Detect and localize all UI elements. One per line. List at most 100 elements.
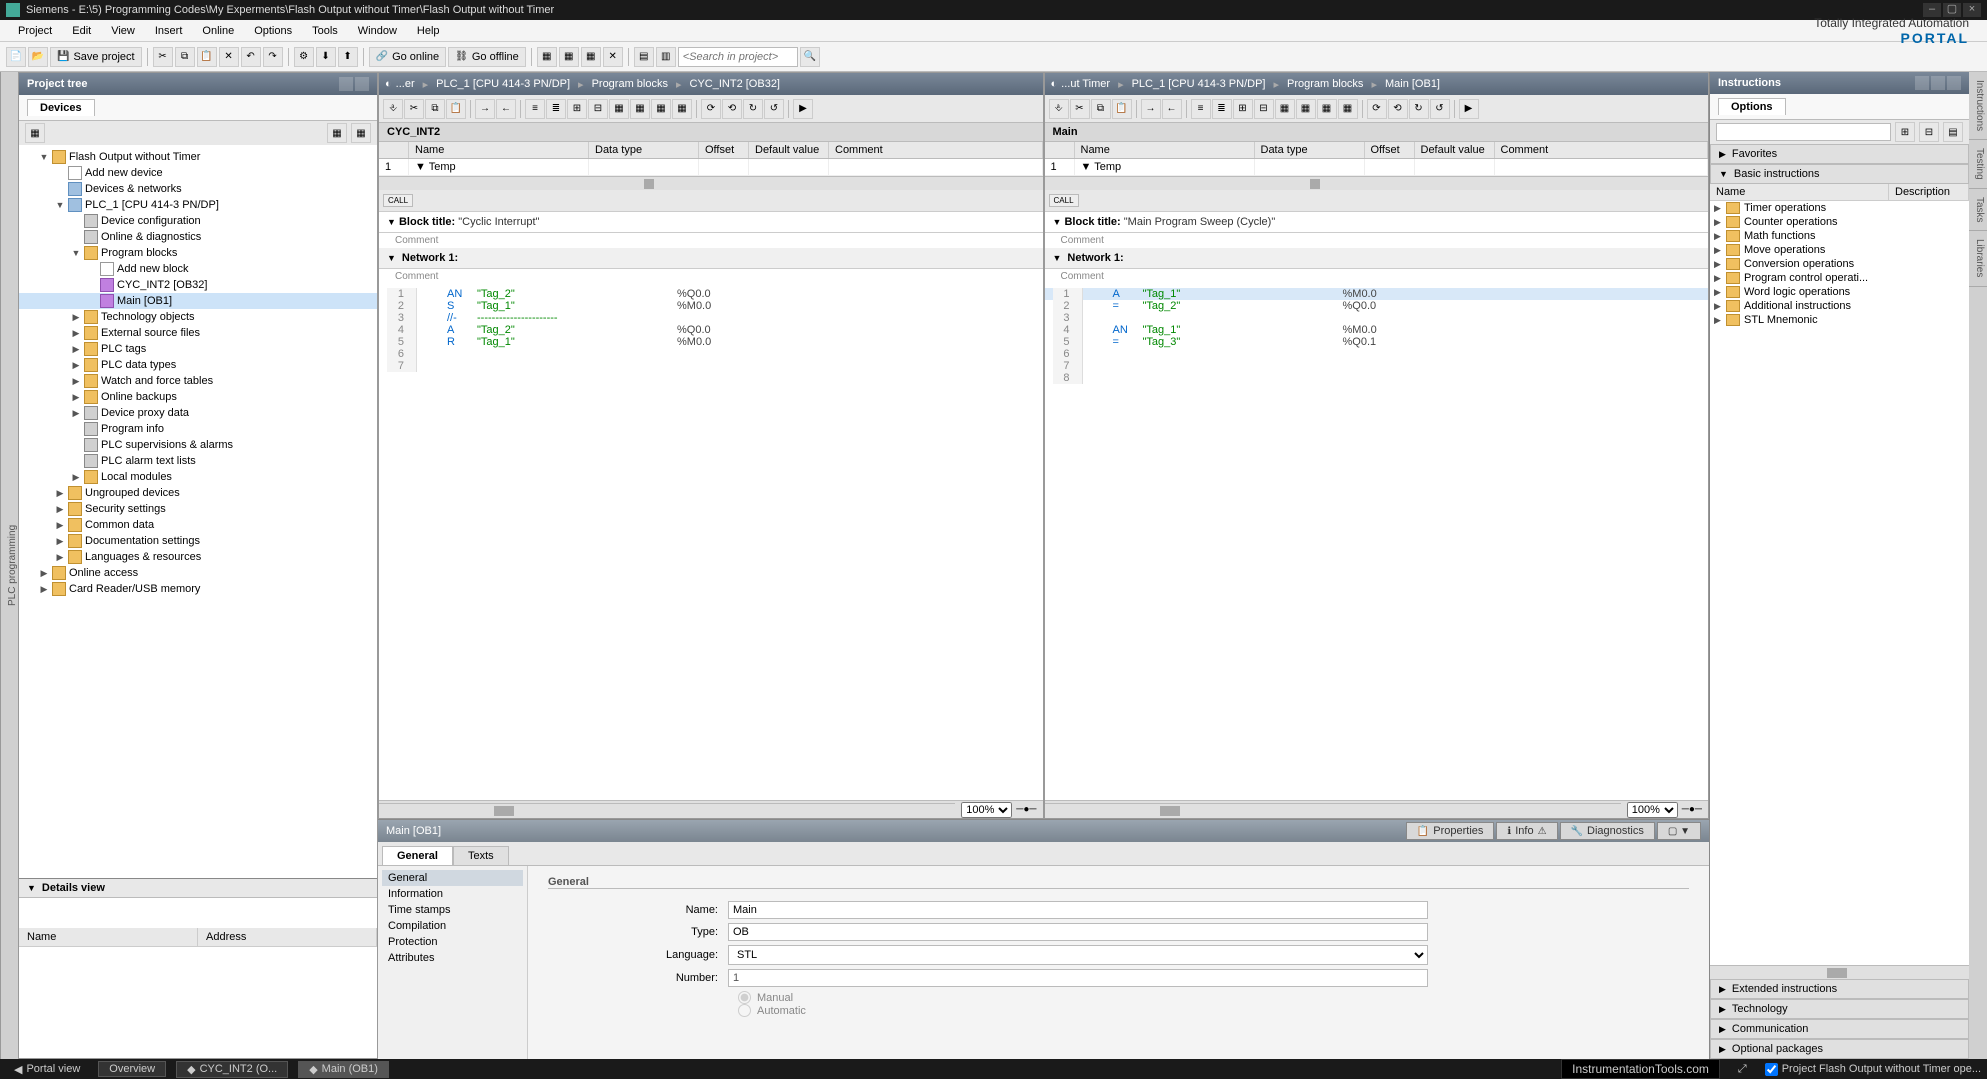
editor1-block-title[interactable]: ▼ Block title: "Cyclic Interrupt"	[379, 211, 1043, 233]
crumb[interactable]: Main [OB1]	[1381, 78, 1444, 90]
tree-item[interactable]: ▶Card Reader/USB memory	[19, 581, 377, 597]
ed-tool-icon[interactable]: ▦	[672, 99, 692, 119]
crumb[interactable]: ...ut Timer	[1057, 78, 1114, 90]
tree-tool-3[interactable]: ▦	[351, 123, 371, 143]
acc-communication[interactable]: ▶Communication	[1710, 1019, 1969, 1039]
stl-line[interactable]: 3//-----------------------	[379, 312, 1043, 324]
ed-tool-icon[interactable]: ▦	[1275, 99, 1295, 119]
portal-view-button[interactable]: ◀ Portal view	[6, 1063, 88, 1076]
ed-tool-icon[interactable]: ⊟	[1254, 99, 1274, 119]
go-offline-button[interactable]: ⛓ Go offline	[448, 47, 526, 67]
menu-help[interactable]: Help	[407, 25, 450, 37]
ed-tool-icon[interactable]: ⟳	[1367, 99, 1387, 119]
menu-options[interactable]: Options	[244, 25, 302, 37]
open-icon[interactable]: 📂	[28, 47, 48, 67]
tree-item[interactable]: ▶Watch and force tables	[19, 373, 377, 389]
cut-icon[interactable]: ✂	[153, 47, 173, 67]
menu-online[interactable]: Online	[192, 25, 244, 37]
call-badge[interactable]: CALL	[1049, 194, 1079, 207]
ed-tool-icon[interactable]: ↺	[764, 99, 784, 119]
tab-texts[interactable]: Texts	[453, 846, 509, 865]
menu-window[interactable]: Window	[348, 25, 407, 37]
stl-line[interactable]: 6	[1045, 348, 1709, 360]
tree-item[interactable]: ▶Device proxy data	[19, 405, 377, 421]
ed-tool-icon[interactable]: 📋	[446, 99, 466, 119]
paste-icon[interactable]: 📋	[197, 47, 217, 67]
side-tab-testing[interactable]: Testing	[1969, 140, 1987, 189]
details-col-address[interactable]: Address	[198, 928, 377, 946]
crumb[interactable]: Program blocks	[588, 78, 672, 90]
acc-technology[interactable]: ▶Technology	[1710, 999, 1969, 1019]
tree-item[interactable]: Add new device	[19, 165, 377, 181]
instr-btn[interactable]	[1915, 76, 1929, 90]
acc-optional[interactable]: ▶Optional packages	[1710, 1039, 1969, 1059]
stl-line[interactable]: 7	[1045, 360, 1709, 372]
tree-item[interactable]: Main [OB1]	[19, 293, 377, 309]
stl-line[interactable]: 1AN"Tag_2"%Q0.0	[379, 288, 1043, 300]
editor2-block-title[interactable]: ▼ Block title: "Main Program Sweep (Cycl…	[1045, 211, 1709, 233]
redo-icon[interactable]: ↷	[263, 47, 283, 67]
ed-tool-icon[interactable]: ≣	[1212, 99, 1232, 119]
tree-item[interactable]: ▶Security settings	[19, 501, 377, 517]
ed-tool-icon[interactable]: ▦	[630, 99, 650, 119]
instruction-item[interactable]: ▶Timer operations	[1710, 201, 1969, 215]
crumb[interactable]: PLC_1 [CPU 414-3 PN/DP]	[1128, 78, 1270, 90]
stl-line[interactable]: 1A"Tag_1"%M0.0	[1045, 288, 1709, 300]
instruction-item[interactable]: ▶Counter operations	[1710, 215, 1969, 229]
ed-tool-icon[interactable]: ←	[1162, 99, 1182, 119]
zoom-select[interactable]: 100%	[961, 802, 1012, 818]
tree-item[interactable]: ▼PLC_1 [CPU 414-3 PN/DP]	[19, 197, 377, 213]
tree-item[interactable]: ▶Online access	[19, 565, 377, 581]
new-icon[interactable]: 📄	[6, 47, 26, 67]
instruction-item[interactable]: ▶Program control operati...	[1710, 271, 1969, 285]
tree-tool-2[interactable]: ▦	[327, 123, 347, 143]
instruction-item[interactable]: ▶Word logic operations	[1710, 285, 1969, 299]
side-tab-instructions[interactable]: Instructions	[1969, 72, 1987, 140]
stl-line[interactable]: 8	[1045, 372, 1709, 384]
tab-general[interactable]: General	[382, 846, 453, 865]
tb-icon-6[interactable]: ▥	[656, 47, 676, 67]
zoom-select[interactable]: 100%	[1627, 802, 1678, 818]
panel-btn-2[interactable]	[355, 77, 369, 91]
menu-view[interactable]: View	[101, 25, 145, 37]
ed-tool-icon[interactable]: ↺	[1430, 99, 1450, 119]
editor2-network-head[interactable]: ▼ Network 1:	[1045, 248, 1709, 269]
editor1-grid-row[interactable]: 1 ▼ Temp	[379, 159, 1043, 176]
ed-tool-icon[interactable]: ▦	[609, 99, 629, 119]
language-select[interactable]: STL	[728, 945, 1428, 965]
tab-diagnostics[interactable]: 🔧 Diagnostics	[1560, 822, 1655, 840]
stl-line[interactable]: 4AN"Tag_1"%M0.0	[1045, 324, 1709, 336]
ed-tool-icon[interactable]: →	[475, 99, 495, 119]
compile-icon[interactable]: ⚙	[294, 47, 314, 67]
status-cyc-tab[interactable]: ◆ CYC_INT2 (O...	[176, 1061, 288, 1078]
ed-tool-icon[interactable]: ✂	[1070, 99, 1090, 119]
stl-line[interactable]: 2="Tag_2"%Q0.0	[1045, 300, 1709, 312]
upload-icon[interactable]: ⬆	[338, 47, 358, 67]
tree-item[interactable]: ▶External source files	[19, 325, 377, 341]
nav-attributes[interactable]: Attributes	[382, 950, 523, 966]
options-tab[interactable]: Options	[1718, 98, 1786, 115]
tree-item[interactable]: ▶PLC data types	[19, 357, 377, 373]
editor1-network-head[interactable]: ▼ Network 1:	[379, 248, 1043, 269]
tb-icon-3[interactable]: ▦	[581, 47, 601, 67]
crumb[interactable]: ...er	[392, 78, 419, 90]
type-field[interactable]	[728, 923, 1428, 941]
call-badge[interactable]: CALL	[383, 194, 413, 207]
instruction-item[interactable]: ▶Additional instructions	[1710, 299, 1969, 313]
ed-tool-icon[interactable]: 📋	[1112, 99, 1132, 119]
copy-icon[interactable]: ⧉	[175, 47, 195, 67]
nav-protection[interactable]: Protection	[382, 934, 523, 950]
undo-icon[interactable]: ↶	[241, 47, 261, 67]
delete-icon[interactable]: ✕	[219, 47, 239, 67]
ed-tool-icon[interactable]: ⊞	[1233, 99, 1253, 119]
search-input[interactable]	[678, 47, 798, 67]
panel-btn-1[interactable]	[339, 77, 353, 91]
instruction-item[interactable]: ▶Move operations	[1710, 243, 1969, 257]
instr-tool-icon[interactable]: ▤	[1943, 122, 1963, 142]
ed-tool-icon[interactable]: ✂	[404, 99, 424, 119]
menu-tools[interactable]: Tools	[302, 25, 348, 37]
tab-info[interactable]: ℹ Info ⚠	[1496, 822, 1557, 840]
instruction-item[interactable]: ▶Math functions	[1710, 229, 1969, 243]
save-button[interactable]: 💾 Save project	[50, 47, 142, 67]
tree-item[interactable]: ▶Ungrouped devices	[19, 485, 377, 501]
